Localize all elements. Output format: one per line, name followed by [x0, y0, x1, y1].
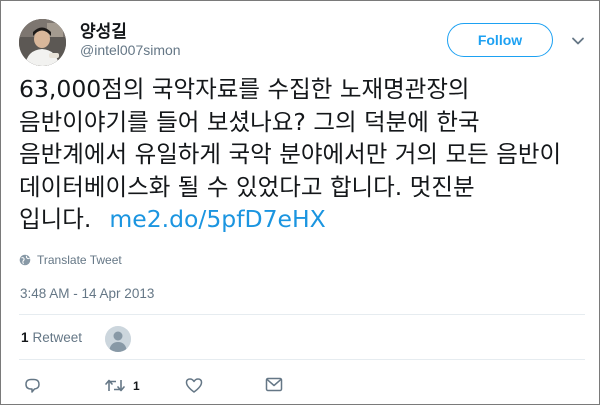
direct-message-button[interactable] — [265, 377, 283, 392]
avatar[interactable] — [19, 19, 66, 66]
retweet-stat-label: Retweet — [32, 330, 83, 345]
like-button[interactable] — [185, 377, 203, 394]
chevron-down-icon[interactable] — [570, 33, 586, 49]
retweet-count: 1 — [133, 378, 140, 393]
user-photo-icon — [19, 19, 66, 66]
reply-icon — [25, 378, 40, 393]
translate-tweet[interactable]: Translate Tweet — [19, 253, 122, 267]
tweet-text: 63,000점의 국악자료를 수집한 노재명관장의 음반이야기를 들어 보셨나요… — [19, 73, 585, 236]
default-user-icon — [105, 326, 131, 352]
globe-icon — [19, 254, 31, 266]
author-name[interactable]: 양성길 — [80, 17, 127, 42]
retweet-stat-count: 1 — [21, 330, 29, 345]
divider — [19, 359, 585, 360]
follow-button[interactable]: Follow — [447, 23, 553, 57]
envelope-icon — [265, 377, 283, 392]
retweeter-avatar[interactable] — [105, 326, 131, 352]
retweet-button[interactable]: 1 — [105, 377, 140, 394]
author-handle[interactable]: @intel007simon — [80, 42, 181, 58]
tweet-card: 양성길 @intel007simon Follow 63,000점의 국악자료를… — [0, 0, 600, 405]
retweet-stats[interactable]: 1 Retweet — [21, 330, 82, 345]
tweet-link[interactable]: me2.do/5pfD7eHX — [109, 205, 325, 233]
heart-icon — [185, 378, 203, 393]
translate-label: Translate Tweet — [37, 253, 122, 267]
tweet-timestamp[interactable]: 3:48 AM - 14 Apr 2013 — [20, 286, 154, 301]
retweet-icon — [105, 379, 125, 392]
reply-button[interactable] — [24, 377, 41, 394]
divider — [19, 314, 585, 315]
